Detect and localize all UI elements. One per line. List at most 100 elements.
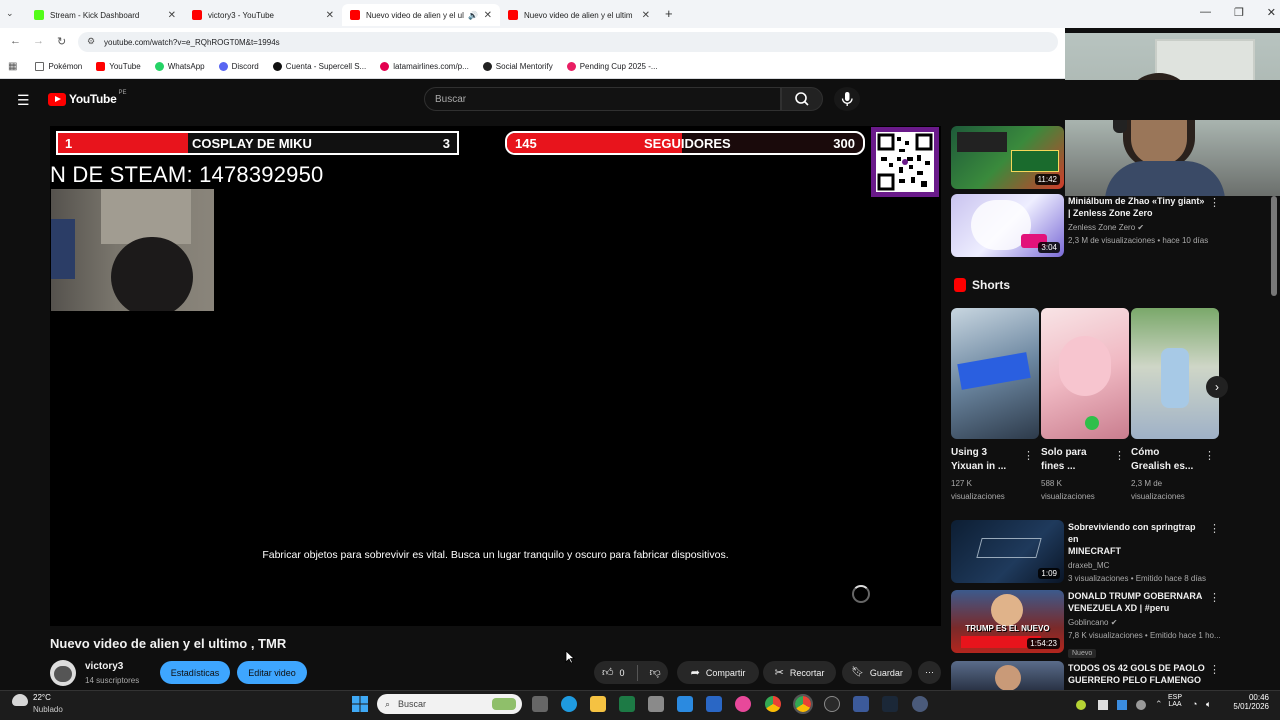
sidebar-item-zzz-info[interactable]: Miniálbum de Zhao «Tiny giant» | Zenless…	[1068, 195, 1208, 247]
bookmark-icon: 🔖︎	[851, 667, 864, 678]
youtube-icon	[350, 10, 360, 20]
language-indicator[interactable]: ESP LAA	[1164, 694, 1186, 708]
new-tab-icon[interactable]: +	[665, 6, 673, 21]
hamburger-menu-icon[interactable]: ☰	[17, 92, 30, 109]
more-vert-icon[interactable]: ⋮	[1209, 522, 1220, 535]
file-explorer-icon[interactable]	[590, 696, 606, 712]
steam-icon[interactable]	[882, 696, 898, 712]
close-window-icon[interactable]: ✕	[1267, 6, 1276, 19]
tab-victory3-youtube[interactable]: victory3 - YouTube ✕	[184, 4, 342, 26]
like-divider	[636, 664, 638, 681]
thumb-character	[1059, 336, 1111, 396]
maximize-icon[interactable]: ❐	[1234, 6, 1244, 19]
bookmark-social-mentorify[interactable]: Social Mentorify	[482, 62, 553, 71]
tray-icon-3[interactable]	[1117, 700, 1127, 710]
bookmark-whatsapp[interactable]: WhatsApp	[154, 62, 205, 71]
more-vert-icon[interactable]: ⋮	[1209, 663, 1220, 676]
short-thumbnail-1[interactable]	[951, 308, 1039, 439]
back-icon[interactable]: ←	[10, 35, 21, 47]
save-button[interactable]: 🔖︎ Guardar	[842, 661, 912, 684]
bookmark-pokemon[interactable]: Pokémon	[35, 62, 82, 71]
youtube-logo[interactable]: YouTube PE	[48, 90, 126, 106]
channel-name[interactable]: victory3	[85, 661, 123, 672]
clip-button[interactable]: ✂ Recortar	[763, 661, 836, 684]
sidebar-thumbnail-zzz[interactable]: 3:04	[951, 194, 1064, 257]
shorts-next-arrow-icon[interactable]: ›	[1206, 376, 1228, 398]
tray-icon-4[interactable]	[1136, 700, 1146, 710]
app-icon-2[interactable]	[677, 696, 693, 712]
edit-video-button[interactable]: Editar video	[237, 661, 307, 684]
page-scrollbar-thumb[interactable]	[1271, 196, 1277, 296]
tray-icon-2[interactable]	[1098, 700, 1108, 710]
like-button[interactable]: 👍︎ 0	[602, 666, 625, 679]
sidebar-item-minecraft-info[interactable]: Sobreviviendo con springtrap en MINECRAF…	[1068, 521, 1208, 585]
address-bar[interactable]: ⚙ youtube.com/watch?v=e_RQhROGT0M&t=1994…	[78, 32, 1058, 52]
minimize-icon[interactable]: —	[1200, 6, 1211, 19]
tab-kick-dashboard[interactable]: Stream - Kick Dashboard ✕	[26, 4, 184, 26]
share-button[interactable]: ➦ Compartir	[677, 661, 759, 684]
close-tab-icon[interactable]: ✕	[326, 10, 334, 21]
microphone-icon	[841, 92, 853, 106]
search-input[interactable]: Buscar	[424, 87, 781, 111]
short-3-info[interactable]: Cómo Grealish es... 2,3 M de visualizaci…	[1131, 446, 1203, 503]
tab-nuevo-video-2[interactable]: Nuevo video de alien y el ultim ✕	[500, 4, 658, 26]
more-vert-icon[interactable]: ⋮	[1209, 196, 1220, 209]
short-2-info[interactable]: Solo para fines ... 588 K visualizacione…	[1041, 446, 1111, 503]
volume-icon[interactable]: 🔈︎	[1206, 699, 1211, 710]
settings-icon[interactable]	[912, 696, 928, 712]
short-thumbnail-2[interactable]	[1041, 308, 1129, 439]
taskbar-search[interactable]: ⌕ Buscar	[377, 694, 522, 714]
search-button[interactable]	[781, 87, 823, 111]
tray-icon-1[interactable]	[1076, 700, 1086, 710]
chrome-icon[interactable]	[765, 696, 781, 712]
chrome-active-icon[interactable]	[793, 694, 813, 714]
reload-icon[interactable]: ↻	[57, 35, 66, 48]
bookmark-supercell[interactable]: Cuenta - Supercell S...	[272, 62, 366, 71]
edge-icon[interactable]	[561, 696, 577, 712]
short-1-info[interactable]: Using 3 Yixuan in ... 127 K visualizacio…	[951, 446, 1021, 503]
bookmark-pending-cup[interactable]: Pending Cup 2025 -...	[566, 62, 658, 71]
more-vert-icon[interactable]: ⋮	[1209, 591, 1220, 604]
close-tab-icon[interactable]: ✕	[484, 10, 492, 21]
stats-button[interactable]: Estadísticas	[160, 661, 230, 684]
excel-icon[interactable]	[619, 696, 635, 712]
task-view-icon[interactable]	[532, 696, 548, 712]
sidebar-thumbnail-minecraft[interactable]: 1:09	[951, 520, 1064, 583]
tab-search-icon[interactable]: ⌄	[6, 8, 14, 19]
sidebar-thumbnail-trump[interactable]: TRUMP ES EL NUEVO 1:54:23	[951, 590, 1064, 653]
wifi-icon[interactable]: ◔	[1192, 699, 1197, 709]
forward-icon[interactable]: →	[33, 35, 44, 47]
sidebar-thumbnail-top[interactable]: 11:42	[951, 126, 1064, 189]
voice-search-button[interactable]	[834, 87, 860, 111]
weather-temp[interactable]: 22°C	[33, 693, 51, 702]
bookmark-youtube[interactable]: YouTube	[96, 62, 141, 71]
thumb-banner	[957, 352, 1031, 390]
obs-icon[interactable]	[824, 696, 840, 712]
site-info-icon[interactable]: ⚙	[87, 36, 95, 47]
app-icon-1[interactable]	[648, 696, 664, 712]
more-vert-icon[interactable]: ⋮	[1023, 449, 1034, 462]
tab-nuevo-video-active[interactable]: Nuevo video de alien y el ul 🔊 ✕	[342, 4, 500, 26]
short-thumbnail-3[interactable]	[1131, 308, 1219, 439]
dislike-button[interactable]: 👎︎	[650, 666, 661, 679]
windows-start-icon[interactable]	[352, 696, 368, 712]
apps-grid-icon[interactable]: ▦	[8, 61, 17, 72]
close-tab-icon[interactable]: ✕	[168, 10, 176, 21]
weather-cloud-icon[interactable]	[12, 694, 28, 706]
app-icon-3[interactable]	[706, 696, 722, 712]
clock[interactable]: 00:46 5/01/2026	[1225, 693, 1269, 711]
more-vert-icon[interactable]: ⋮	[1114, 449, 1125, 462]
tray-chevron-icon[interactable]: ⌃	[1155, 699, 1163, 710]
sidebar-thumbnail-guerrero[interactable]	[951, 661, 1064, 690]
audio-playing-icon[interactable]: 🔊	[468, 11, 478, 20]
sidebar-item-trump-info[interactable]: DONALD TRUMP GOBERNARA VENEZUELA XD | #p…	[1068, 590, 1221, 660]
more-actions-button[interactable]: ⋯	[918, 661, 941, 684]
bookmark-discord[interactable]: Discord	[218, 62, 259, 71]
more-vert-icon[interactable]: ⋮	[1204, 449, 1215, 462]
channel-avatar[interactable]	[50, 660, 76, 686]
app-icon-4[interactable]	[735, 696, 751, 712]
close-tab-icon[interactable]: ✕	[642, 10, 650, 21]
app-icon-5[interactable]	[853, 696, 869, 712]
goal-bar-followers: 145 SEGUIDORES 300	[505, 131, 865, 155]
bookmark-latamairlines[interactable]: latamairlines.com/p...	[380, 62, 469, 71]
